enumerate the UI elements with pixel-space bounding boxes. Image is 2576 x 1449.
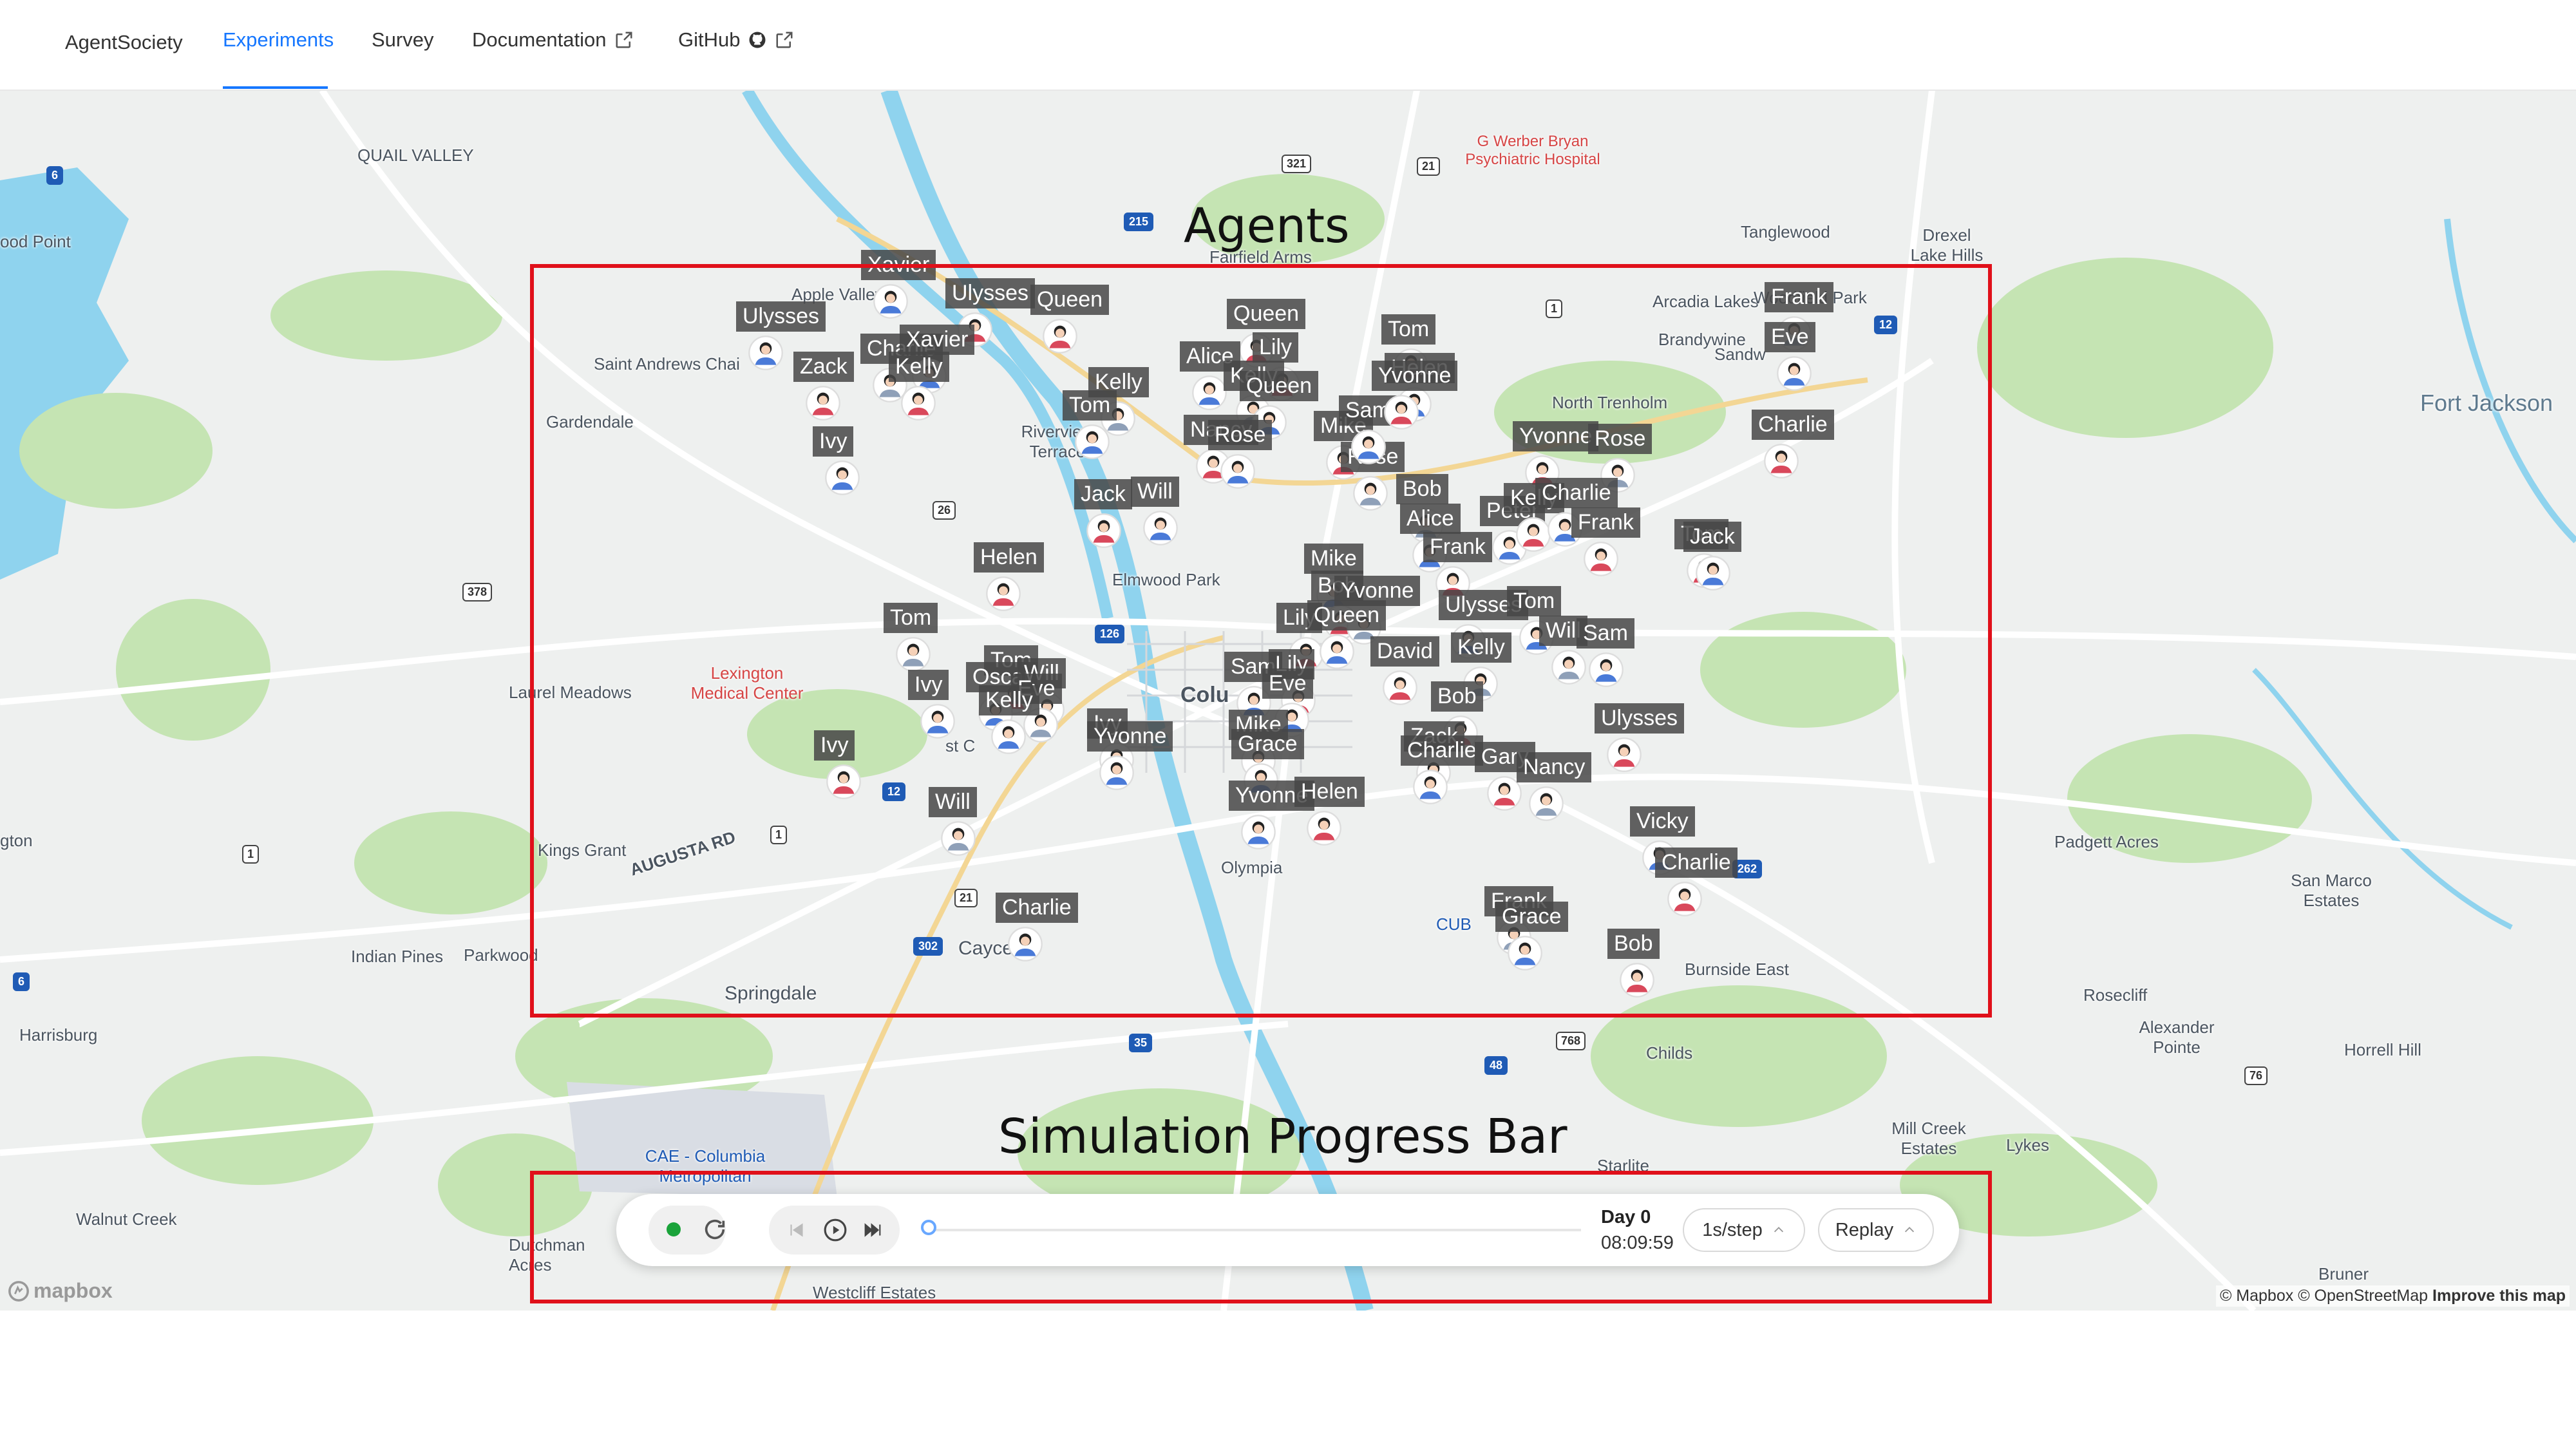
nav-tab-documentation[interactable]: Documentation <box>472 28 634 52</box>
refresh-icon[interactable] <box>702 1217 728 1242</box>
highway-shield: 768 <box>1556 1032 1586 1050</box>
highway-shield: 6 <box>13 972 30 991</box>
place-label: Horrell Hill <box>2344 1040 2421 1059</box>
speed-value: 1s/step <box>1702 1219 1763 1240</box>
highway-shield: 1 <box>242 845 260 864</box>
time-label: 08:09:59 <box>1601 1233 1674 1253</box>
progress-annotation-title: Simulation Progress Bar <box>998 1109 1567 1164</box>
mode-select[interactable]: Replay <box>1818 1208 1934 1252</box>
brand-title[interactable]: AgentSociety <box>65 31 183 54</box>
running-status-dot <box>667 1222 681 1236</box>
mapbox-logo-icon <box>8 1280 29 1302</box>
skip-forward-icon[interactable] <box>862 1219 884 1241</box>
highway-shield: 321 <box>1282 155 1312 173</box>
nav-tab-github[interactable]: GitHub <box>678 28 794 52</box>
day-label: Day 0 <box>1601 1207 1651 1227</box>
place-label: Drexel Lake Hills <box>1910 225 1984 265</box>
agents-annotation-title: Agents <box>1184 198 1350 254</box>
place-label: Lykes <box>2006 1135 2049 1155</box>
agents-annotation-box <box>530 264 1992 1018</box>
place-label: Alexander Pointe <box>2139 1018 2215 1057</box>
highway-shield: 215 <box>1124 213 1154 231</box>
nav-tab-label: Survey <box>372 28 434 51</box>
place-label: Walnut Creek <box>76 1209 177 1229</box>
place-label: Rosecliff <box>2083 985 2148 1005</box>
place-label: Mill Creek Estates <box>1891 1119 1966 1158</box>
chevron-up-icon <box>1774 1227 1783 1233</box>
place-label: Harrisburg <box>19 1025 98 1045</box>
place-label: Fort Jackson <box>2420 390 2553 416</box>
chevron-up-icon <box>1905 1227 1915 1233</box>
nav-tab-label: Experiments <box>223 28 334 51</box>
place-label: QUAIL VALLEY <box>357 146 474 165</box>
place-label: Padgett Acres <box>2054 832 2159 851</box>
attribution-text[interactable]: © Mapbox © OpenStreetMap <box>2220 1287 2428 1305</box>
place-label: Indian Pines <box>351 947 444 966</box>
external-link-icon <box>776 32 793 48</box>
play-icon[interactable] <box>823 1218 848 1242</box>
skip-back-icon[interactable] <box>786 1219 808 1241</box>
place-label: ood Point <box>0 232 71 251</box>
progress-slider-thumb[interactable] <box>921 1220 936 1235</box>
active-tab-underline <box>223 86 328 89</box>
map-attribution: © Mapbox © OpenStreetMap Improve this ma… <box>2215 1285 2570 1307</box>
place-label: Tanglewood <box>1741 222 1830 242</box>
mapbox-logo-text: mapbox <box>33 1279 113 1302</box>
improve-map-link[interactable]: Improve this map <box>2432 1287 2566 1305</box>
nav-tab-label: GitHub <box>678 28 741 51</box>
place-label: Bruner <box>2318 1264 2369 1283</box>
place-label: G Werber Bryan Psychiatric Hospital <box>1465 133 1600 168</box>
mapbox-logo: mapbox <box>8 1279 113 1303</box>
highway-shield: 378 <box>462 583 493 601</box>
github-icon <box>749 32 766 48</box>
place-label: Parkwood <box>464 945 538 965</box>
nav-tab-survey[interactable]: Survey <box>372 28 433 52</box>
top-navigation: AgentSociety Experiments Survey Document… <box>0 0 2576 91</box>
place-label: Childs <box>1646 1043 1693 1063</box>
highway-shield: 35 <box>1129 1034 1153 1052</box>
external-link-icon <box>616 32 632 48</box>
nav-tab-experiments[interactable]: Experiments <box>223 28 334 52</box>
highway-shield: 21 <box>1417 157 1441 176</box>
speed-select[interactable]: 1s/step <box>1683 1208 1805 1252</box>
mode-value: Replay <box>1835 1219 1894 1240</box>
place-label: gton <box>0 831 33 850</box>
highway-shield: 48 <box>1484 1056 1508 1075</box>
nav-tab-label: Documentation <box>472 28 607 51</box>
highway-shield: 76 <box>2244 1066 2268 1085</box>
place-label: San Marco Estates <box>2291 871 2372 910</box>
highway-shield: 6 <box>46 166 64 185</box>
progress-track[interactable] <box>931 1229 1581 1231</box>
